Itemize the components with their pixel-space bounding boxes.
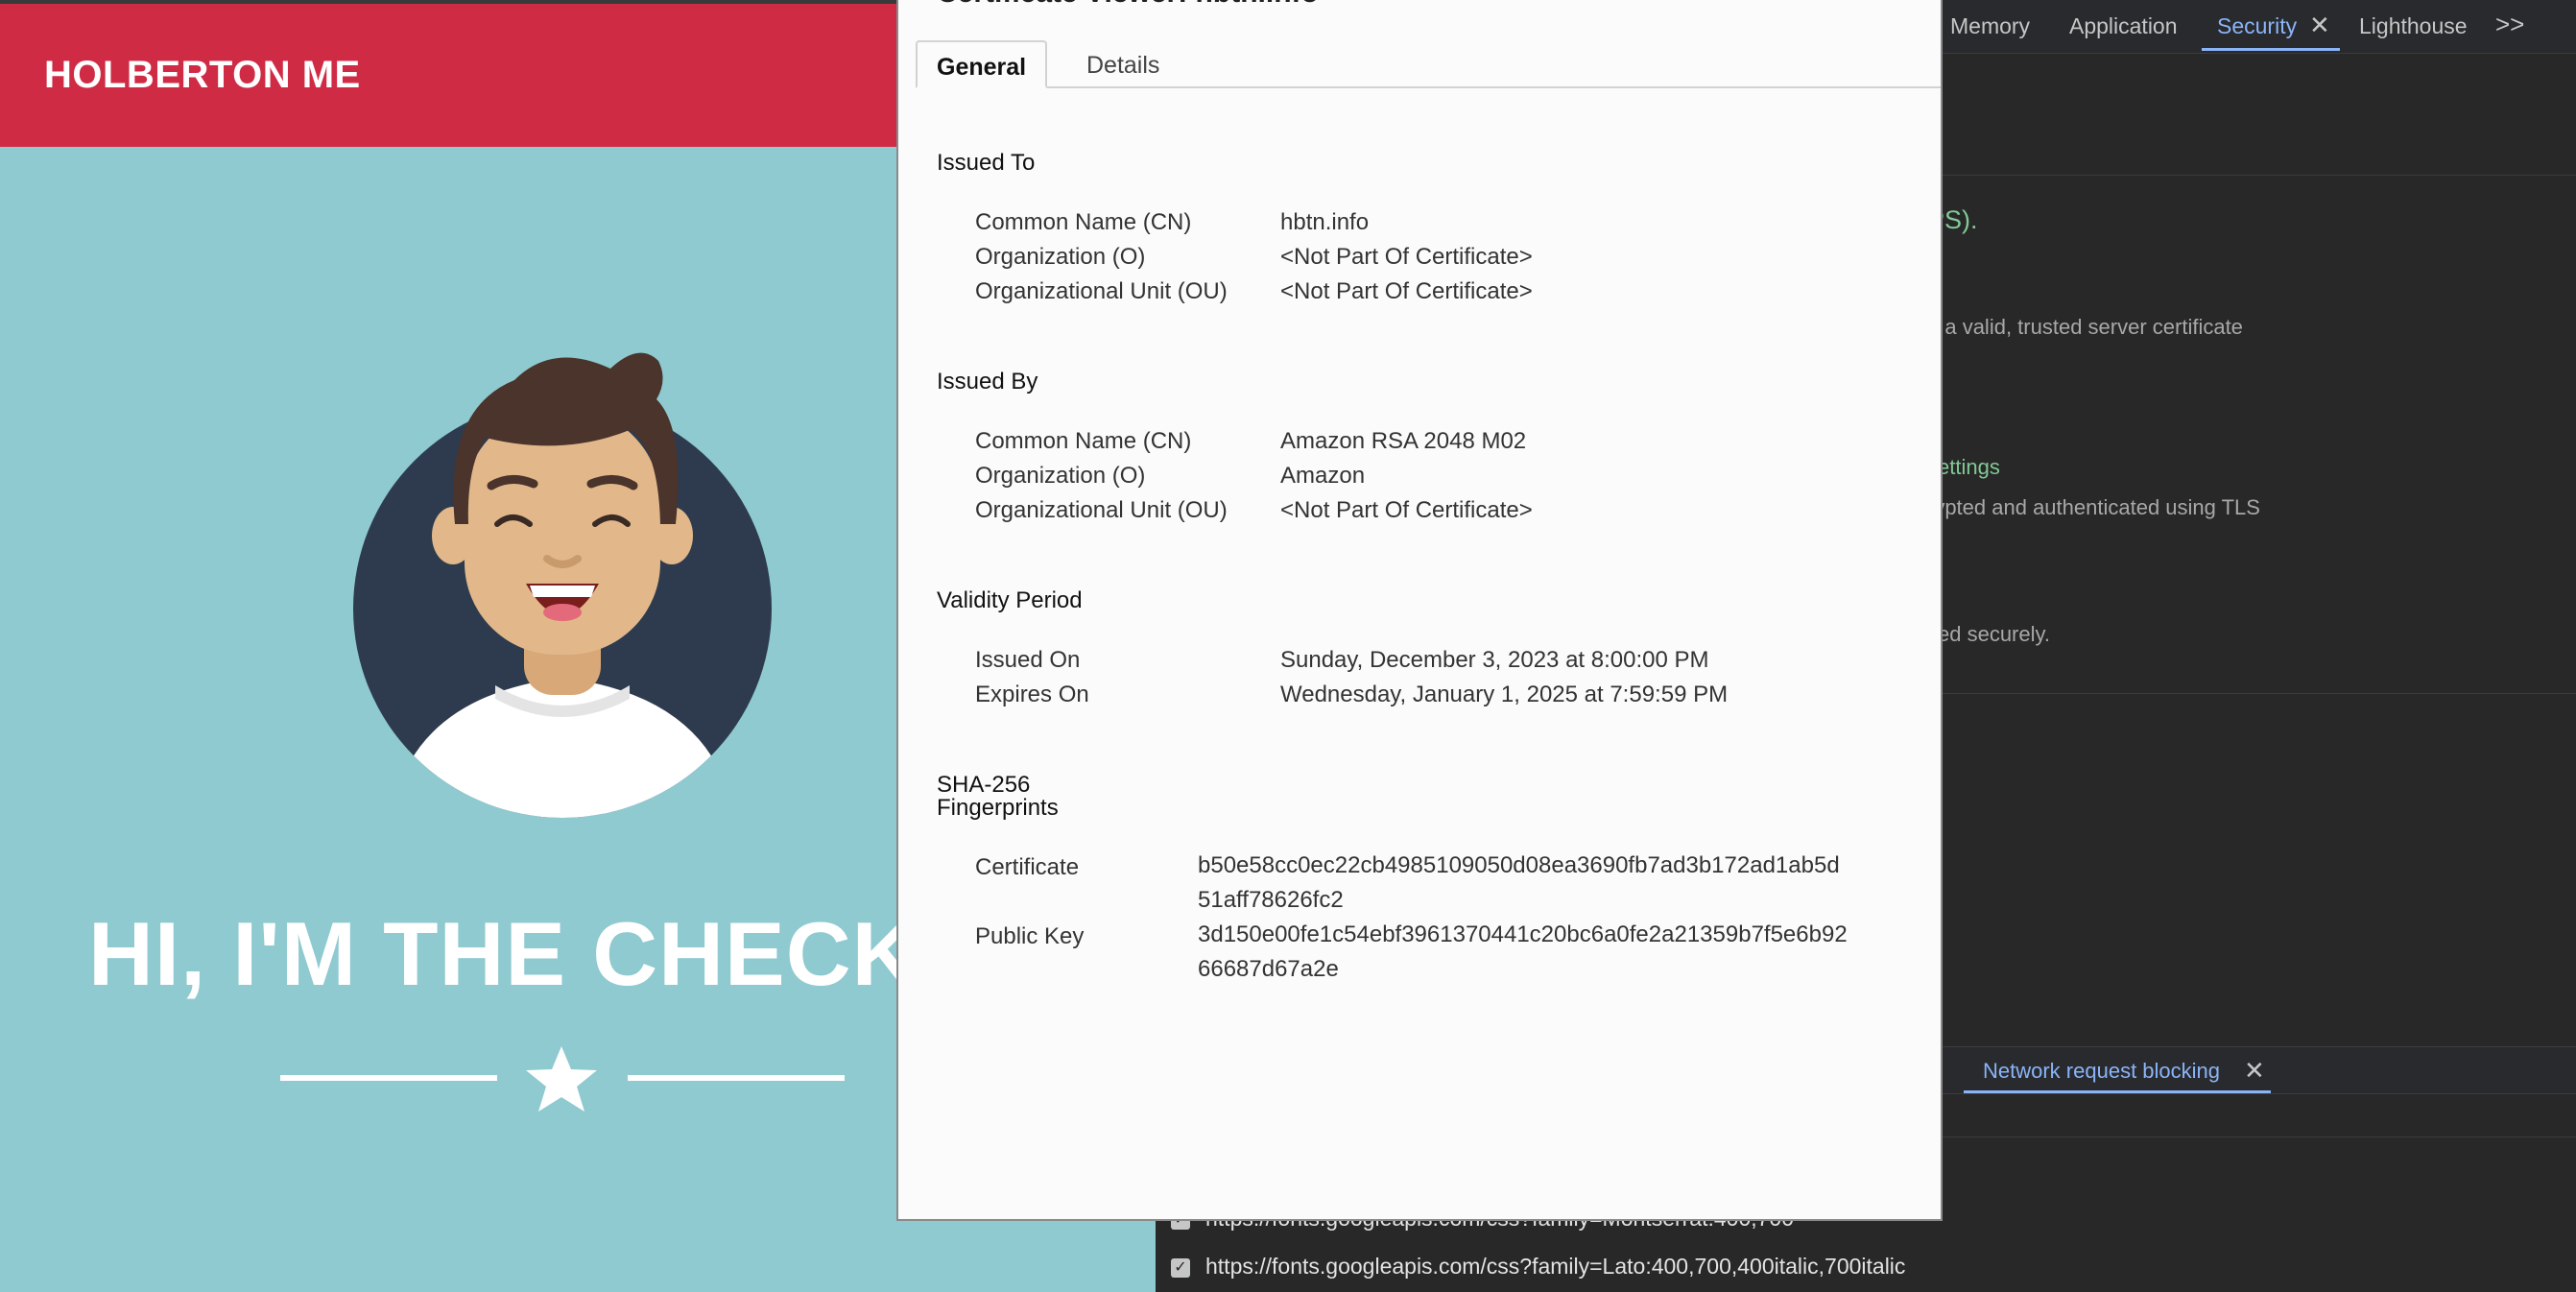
field-value: <Not Part Of Certificate> [1280, 497, 1533, 523]
blocked-url: https://fonts.googleapis.com/css?family=… [1205, 1254, 1906, 1279]
field-label: Expires On [975, 682, 1089, 707]
field-label: Common Name (CN) [975, 209, 1192, 235]
close-icon[interactable]: ✕ [2309, 11, 2330, 40]
star-divider [280, 1046, 845, 1112]
public-key-fingerprint: 3d150e00fe1c54ebf3961370441c20bc6a0fe2a2… [1198, 921, 1848, 947]
section-heading-validity: Validity Period [937, 587, 1083, 613]
star-icon [526, 1046, 597, 1112]
field-label: Organization (O) [975, 463, 1146, 489]
field-value: Sunday, December 3, 2023 at 8:00:00 PM [1280, 647, 1709, 673]
field-label: Organizational Unit (OU) [975, 497, 1228, 523]
field-value: Amazon RSA 2048 M02 [1280, 428, 1527, 454]
certificate-fingerprint: 51aff78626fc2 [1198, 887, 1344, 913]
certificate-fingerprint: b50e58cc0ec22cb4985109050d08ea3690fb7ad3… [1198, 852, 1840, 878]
hero-title: HI, I'M THE CHECK [88, 903, 918, 1004]
certificate-status-text: g a valid, trusted server certificate [1927, 315, 2243, 339]
field-value: Amazon [1280, 463, 1366, 489]
tab-network-request-blocking[interactable]: Network request blocking [1983, 1059, 2220, 1084]
person-avatar-icon [353, 352, 772, 818]
section-heading-issued-to: Issued To [937, 150, 1036, 176]
tab-application[interactable]: Application [2069, 13, 2178, 39]
divider-line-right [628, 1075, 845, 1081]
field-label: Common Name (CN) [975, 428, 1192, 454]
tab-memory[interactable]: Memory [1950, 13, 2030, 39]
field-label: Certificate [975, 854, 1080, 880]
public-key-fingerprint: 66687d67a2e [1198, 956, 1339, 982]
blocked-url-row[interactable]: ✓ https://fonts.googleapis.com/css?family… [1171, 1254, 1905, 1280]
field-value: <Not Part Of Certificate> [1280, 244, 1533, 270]
divider-line-left [280, 1075, 497, 1081]
avatar-teeth [530, 586, 595, 597]
tab-details[interactable]: Details [1067, 40, 1179, 88]
active-tab-indicator [1964, 1090, 2271, 1093]
field-label: Organization (O) [975, 244, 1146, 270]
checkbox-checked-icon[interactable]: ✓ [1171, 1257, 1190, 1278]
section-heading-issued-by: Issued By [937, 369, 1038, 395]
certificate-viewer-dialog: Certificate Viewer: hbtn.info General De… [896, 0, 1943, 1221]
field-value: hbtn.info [1280, 209, 1370, 235]
resources-status-text: ved securely. [1927, 622, 2050, 646]
tab-general[interactable]: General [916, 40, 1048, 88]
site-title[interactable]: HOLBERTON ME [44, 54, 361, 97]
avatar-tongue [543, 604, 582, 621]
connection-status-text: rypted and authenticated using TLS [1927, 495, 2260, 519]
field-value: <Not Part Of Certificate> [1280, 278, 1533, 304]
field-label: Issued On [975, 647, 1081, 673]
field-label: Public Key [975, 923, 1085, 949]
field-value: Wednesday, January 1, 2025 at 7:59:59 PM [1280, 682, 1729, 707]
dialog-title: Certificate Viewer: hbtn.info [937, 0, 1319, 10]
tab-security[interactable]: Security [2217, 13, 2297, 39]
active-tab-indicator [2202, 48, 2340, 51]
tab-lighthouse[interactable]: Lighthouse [2359, 13, 2468, 39]
field-label: Organizational Unit (OU) [975, 278, 1228, 304]
more-tabs-icon[interactable]: >> [2495, 10, 2524, 39]
close-icon[interactable]: ✕ [2244, 1056, 2265, 1086]
section-heading-fingerprints: Fingerprints [937, 795, 1059, 821]
